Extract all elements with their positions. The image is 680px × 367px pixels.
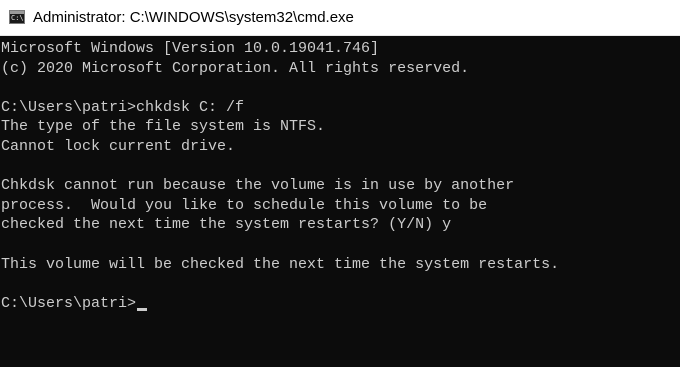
cmd-icon-glyph: C:\ xyxy=(11,14,24,22)
title-bar[interactable]: C:\ Administrator: C:\WINDOWS\system32\c… xyxy=(0,0,680,36)
console-line: The type of the file system is NTFS. xyxy=(1,118,326,136)
console-lines: Microsoft Windows [Version 10.0.19041.74… xyxy=(1,39,559,313)
console-line: checked the next time the system restart… xyxy=(1,216,452,234)
prompt-line[interactable]: C:\Users\patri> xyxy=(1,294,559,314)
console-line: Chkdsk cannot run because the volume is … xyxy=(1,177,515,195)
console-line: Microsoft Windows [Version 10.0.19041.74… xyxy=(1,40,380,57)
cmd-window: C:\ Administrator: C:\WINDOWS\system32\c… xyxy=(0,0,680,367)
console-line: Cannot lock current drive. xyxy=(1,137,236,155)
console-line: This volume will be checked the next tim… xyxy=(1,255,560,273)
prompt-text: C:\Users\patri> xyxy=(1,294,137,312)
cmd-icon[interactable]: C:\ xyxy=(9,10,25,24)
window-title: Administrator: C:\WINDOWS\system32\cmd.e… xyxy=(33,9,354,26)
text-cursor xyxy=(137,307,148,311)
console-line: process. Would you like to schedule this… xyxy=(1,196,488,214)
console-line: (c) 2020 Microsoft Corporation. All righ… xyxy=(1,59,470,77)
console-output-area[interactable]: Microsoft Windows [Version 10.0.19041.74… xyxy=(0,36,680,367)
console-line: C:\Users\patri>chkdsk C: /f xyxy=(1,98,245,116)
